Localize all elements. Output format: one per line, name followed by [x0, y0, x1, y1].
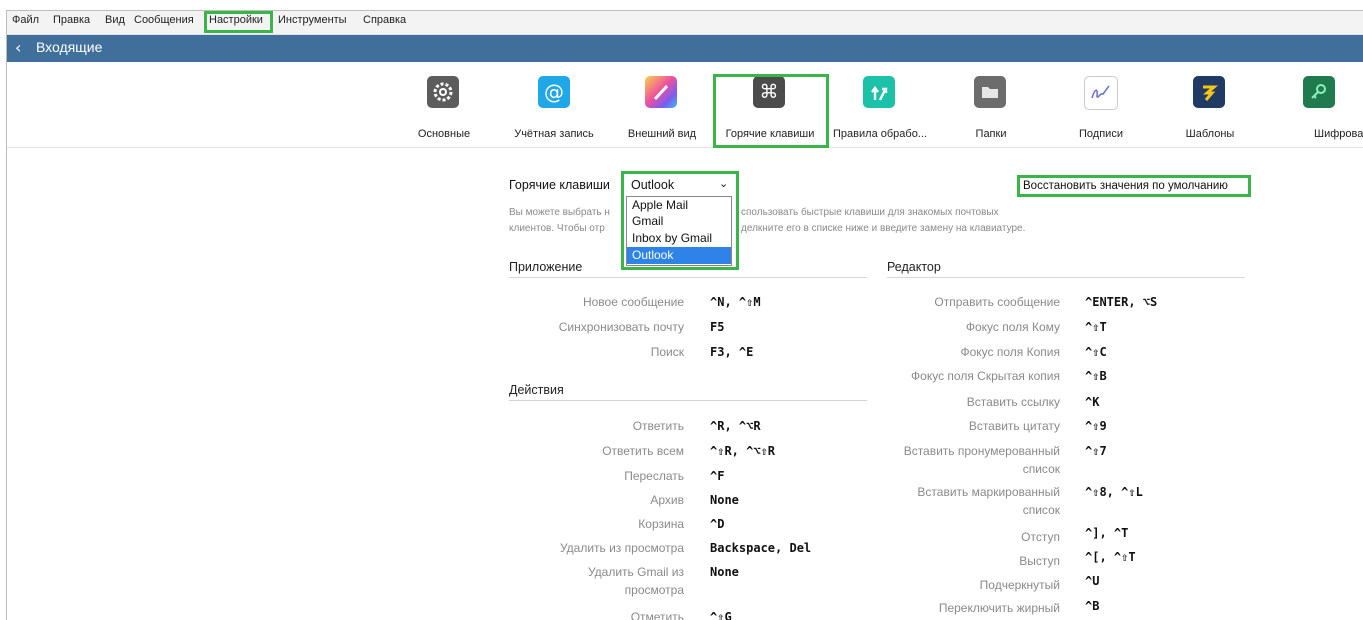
shortcut-label: Фокус поля Кому — [965, 320, 1060, 334]
shortcut-label: Выступ — [1019, 554, 1060, 568]
shortcut-label: Переслать — [624, 469, 684, 483]
shortcut-keys[interactable]: ^F — [710, 469, 724, 483]
toolbar-label: Шифрование и Э — [1314, 128, 1363, 140]
signature-icon — [1084, 76, 1118, 110]
shortcut-keys[interactable]: ^], ^T — [1085, 526, 1128, 540]
shortcut-keys[interactable]: ^D — [710, 517, 724, 531]
toolbar-label: Основные — [417, 128, 471, 140]
shortcut-keys[interactable]: None — [710, 493, 739, 507]
shortcut-label: Поиск — [650, 345, 684, 359]
gear-icon — [427, 76, 459, 108]
section-title-actions: Действия — [509, 383, 564, 397]
nav-title[interactable]: Входящие — [36, 39, 102, 55]
menu-edit[interactable]: Правка — [53, 14, 90, 26]
menu-settings[interactable]: Настройки — [209, 14, 263, 26]
shortcut-keys[interactable]: ^R, ^⌥R — [710, 419, 761, 433]
shortcut-keys[interactable]: ^⇧B — [1085, 369, 1107, 383]
description-line-2a: клиентов. Чтобы отр — [509, 223, 605, 234]
shortcut-keys[interactable]: ^⇧9 — [1085, 419, 1107, 433]
command-key-icon: ⌘ — [753, 76, 785, 108]
shortcut-label: Вставить маркированный — [917, 485, 1060, 499]
shortcut-keys[interactable]: Backspace, Del — [710, 541, 811, 555]
shortcuts-preset-dropdown[interactable]: Apple Mail Gmail Inbox by Gmail Outlook — [626, 196, 732, 266]
shortcut-label: Вставить цитату — [968, 419, 1060, 433]
dropdown-option[interactable]: Gmail — [627, 213, 731, 229]
at-sign-icon: @ — [538, 76, 570, 108]
shortcuts-label: Горячие клавиши — [509, 178, 610, 192]
shortcut-keys[interactable]: F5 — [710, 320, 724, 334]
shortcut-label: Фокус поля Скрытая копия — [911, 369, 1060, 383]
chevron-down-icon: ⌄ — [719, 178, 729, 190]
shortcut-label: Архив — [650, 493, 684, 507]
section-title-app: Приложение — [509, 260, 583, 274]
section-divider — [887, 277, 1245, 278]
shortcut-label: Подчеркнутый — [979, 578, 1060, 592]
dropdown-option[interactable]: Inbox by Gmail — [627, 229, 731, 247]
shortcut-keys[interactable]: ^⇧7 — [1085, 444, 1107, 458]
shortcut-keys[interactable]: ^[, ^⇧T — [1085, 550, 1136, 564]
toolbar-label: Учётная запись — [514, 128, 594, 140]
preferences-toolbar: Основные @ Учётная запись Внешний вид ⌘ … — [7, 62, 1363, 148]
section-divider — [509, 277, 867, 278]
shortcut-keys[interactable]: ^⇧T — [1085, 320, 1107, 334]
menu-tools[interactable]: Инструменты — [278, 14, 347, 26]
shortcut-label: Корзина — [638, 517, 684, 531]
rules-arrows-icon — [863, 76, 895, 108]
shortcut-label: Отправить сообщение — [934, 295, 1060, 309]
toolbar-label: Шаблоны — [1185, 128, 1235, 140]
chevron-left-icon[interactable]: ‹ — [15, 38, 21, 57]
shortcut-label: Синхронизовать почту — [558, 320, 684, 334]
description-line-1b: спользовать быстрые клавиши для знакомых… — [741, 207, 999, 218]
menu-help[interactable]: Справка — [363, 14, 406, 26]
shortcuts-preset-select[interactable]: Outlook ⌄ — [625, 177, 735, 195]
shortcut-label: Переключить жирный — [938, 601, 1060, 615]
section-divider — [509, 400, 867, 401]
description-line-1a: Вы можете выбрать н — [509, 207, 610, 218]
shortcut-label: Отступ — [1021, 530, 1060, 544]
shortcut-label: Вставить ссылку — [966, 395, 1060, 409]
shortcut-label-cont: список — [1022, 462, 1060, 476]
shortcut-label: Новое сообщение — [582, 295, 684, 309]
shortcut-keys[interactable]: ^K — [1085, 395, 1099, 409]
menubar: Файл Правка Вид Сообщения Настройки Инст… — [7, 11, 1363, 35]
shortcut-keys[interactable]: None — [710, 565, 739, 579]
shortcut-label-cont: список — [1022, 503, 1060, 517]
menu-view[interactable]: Вид — [105, 14, 125, 26]
toolbar-label: Подписи — [1079, 128, 1123, 140]
key-icon — [1303, 76, 1335, 108]
shortcut-label: Удалить из просмотра — [559, 541, 684, 555]
restore-defaults-button[interactable]: Восстановить значения по умолчанию — [1023, 180, 1228, 192]
shortcut-label: Ответить всем — [602, 444, 684, 458]
shortcut-keys[interactable]: ^⇧R, ^⌥⇧R — [710, 444, 775, 458]
folder-icon — [974, 76, 1006, 108]
shortcut-label: Удалить Gmail из — [587, 565, 684, 579]
description-line-2b: делкните его в списке ниже и введите зам… — [741, 223, 1026, 234]
shortcut-label-cont: просмотра — [624, 583, 684, 597]
menu-file[interactable]: Файл — [12, 14, 39, 26]
palette-icon — [645, 76, 677, 108]
toolbar-label: Горячие клавиши — [725, 128, 815, 140]
shortcut-keys[interactable]: ^⇧C — [1085, 345, 1107, 359]
dropdown-option-selected[interactable]: Outlook — [627, 247, 731, 264]
shortcut-keys[interactable]: ^⇧8, ^⇧L — [1085, 485, 1143, 499]
app-window: Файл Правка Вид Сообщения Настройки Инст… — [6, 10, 1363, 620]
section-title-editor: Редактор — [887, 260, 941, 274]
template-icon — [1193, 76, 1225, 108]
shortcut-keys[interactable]: ^U — [1085, 574, 1099, 588]
toolbar-label: Правила обрабо... — [833, 128, 927, 140]
shortcut-label: Ответить — [632, 419, 684, 433]
select-value: Outlook — [631, 178, 675, 192]
shortcut-keys[interactable]: ^ENTER, ⌥S — [1085, 295, 1157, 309]
shortcut-label: Фокус поля Копия — [960, 345, 1061, 359]
dropdown-option[interactable]: Apple Mail — [627, 197, 731, 213]
toolbar-label: Папки — [975, 128, 1007, 140]
shortcut-keys[interactable]: F3, ^E — [710, 345, 753, 359]
shortcut-keys[interactable]: ^B — [1085, 599, 1099, 613]
menu-messages[interactable]: Сообщения — [134, 14, 194, 26]
toolbar-label: Внешний вид — [627, 128, 697, 140]
shortcut-keys[interactable]: ^N, ^⇧M — [710, 295, 761, 309]
header-bar: ‹ Входящие — [7, 35, 1363, 62]
shortcut-label: Вставить пронумерованный — [903, 444, 1060, 458]
